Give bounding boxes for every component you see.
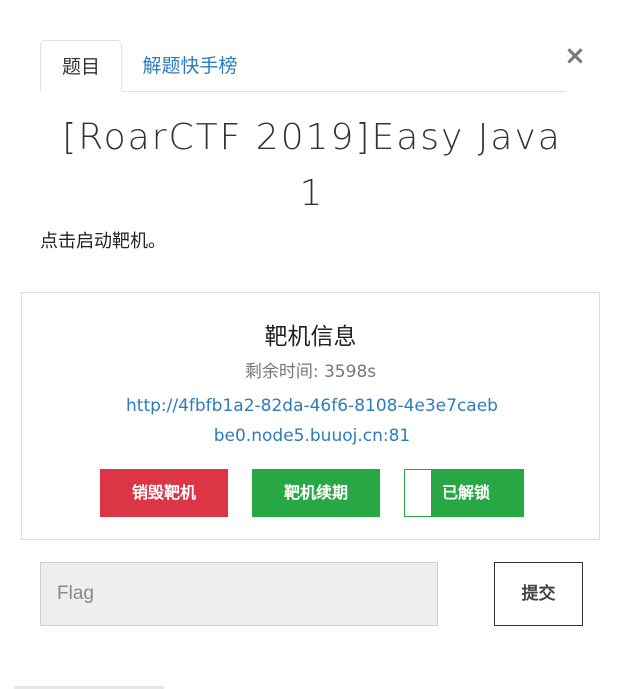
toggle-knob: [405, 470, 431, 516]
flag-input[interactable]: [40, 562, 438, 626]
renew-target-button[interactable]: 靶机续期: [252, 469, 380, 517]
solved-label: 已解锁: [441, 483, 490, 502]
remaining-time: 剩余时间: 3598s: [244, 362, 377, 382]
submit-flag-button[interactable]: 提交: [494, 562, 583, 626]
target-url-link[interactable]: http://4fbfb1a2-82da-46f6-8108-4e3e7caeb…: [122, 391, 502, 451]
challenge-name: [RoarCTF 2019]Easy Java: [62, 117, 562, 158]
target-info-heading: 靶机信息: [264, 324, 357, 350]
tab-challenge[interactable]: 题目: [40, 40, 122, 92]
challenge-modal: 题目 解题快手榜 × [RoarCTF 2019]Easy Java 1 点击启…: [0, 0, 621, 689]
solve-count: 1: [299, 173, 325, 214]
destroy-target-button[interactable]: 销毁靶机: [100, 469, 228, 517]
challenge-title: [RoarCTF 2019]Easy Java 1: [30, 110, 594, 222]
tab-bar: 题目 解题快手榜: [40, 40, 566, 92]
solved-toggle-button[interactable]: 已解锁: [404, 469, 524, 517]
tab-leaderboard[interactable]: 解题快手榜: [130, 40, 250, 91]
challenge-description: 点击启动靶机。: [40, 231, 166, 252]
target-info-panel: 靶机信息 剩余时间: 3598s http://4fbfb1a2-82da-46…: [21, 292, 600, 540]
close-icon[interactable]: ×: [563, 42, 587, 70]
